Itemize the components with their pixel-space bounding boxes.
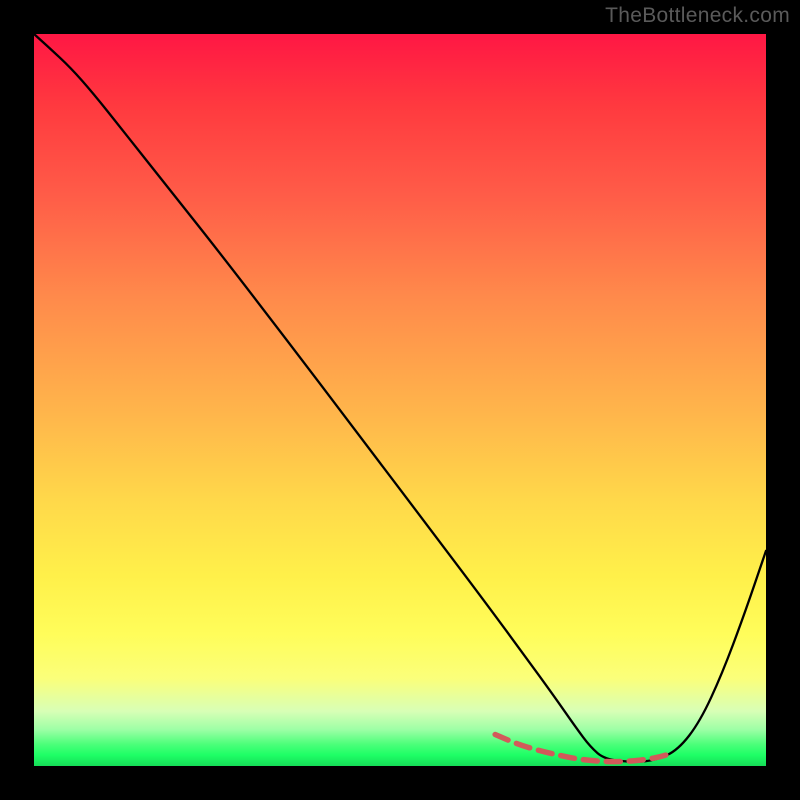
chart-frame: TheBottleneck.com xyxy=(0,0,800,800)
black-curve-path xyxy=(34,34,766,762)
chart-svg xyxy=(34,34,766,766)
watermark-text: TheBottleneck.com xyxy=(605,4,790,28)
plot-area xyxy=(34,34,766,766)
